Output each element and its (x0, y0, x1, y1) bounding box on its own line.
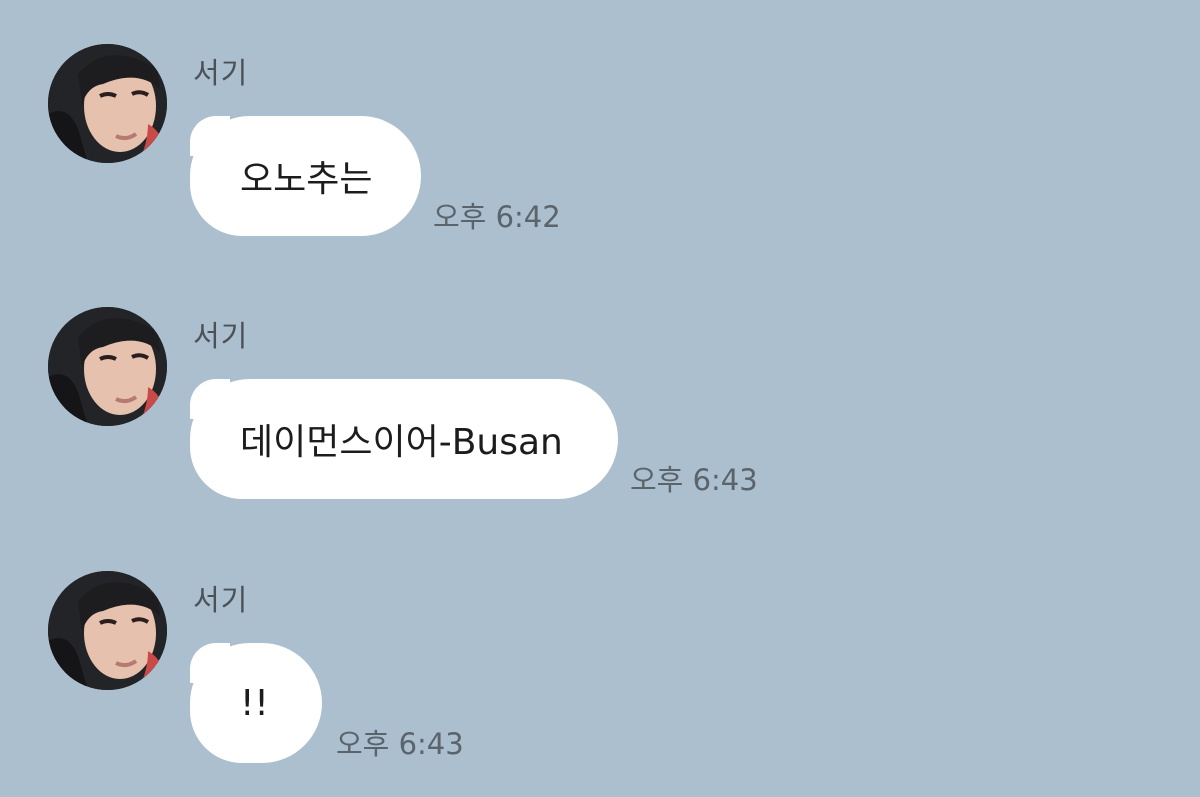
profile-photo-icon (48, 44, 167, 163)
profile-photo-icon (48, 307, 167, 426)
message-time: 오후 6:42 (433, 200, 561, 234)
avatar[interactable] (48, 44, 167, 163)
chat-message: 서기 !! 오후 6:43 (0, 527, 1200, 767)
message-text: !! (240, 682, 269, 724)
message-bubble[interactable]: 데이먼스이어-Busan (190, 379, 618, 499)
message-bubble[interactable]: !! (190, 643, 322, 763)
message-text: 오노추는 (240, 159, 373, 200)
message-text: 데이먼스이어-Busan (240, 422, 563, 463)
sender-name: 서기 (193, 319, 249, 353)
message-time: 오후 6:43 (336, 727, 464, 761)
message-bubble[interactable]: 오노추는 (190, 116, 421, 236)
chat-message: 서기 오노추는 오후 6:42 (0, 0, 1200, 240)
message-time: 오후 6:43 (630, 463, 758, 497)
sender-name: 서기 (193, 56, 249, 90)
sender-name: 서기 (193, 583, 249, 617)
profile-photo-icon (48, 571, 167, 690)
chat-message: 서기 데이먼스이어-Busan 오후 6:43 (0, 263, 1200, 503)
avatar[interactable] (48, 307, 167, 426)
avatar[interactable] (48, 571, 167, 690)
